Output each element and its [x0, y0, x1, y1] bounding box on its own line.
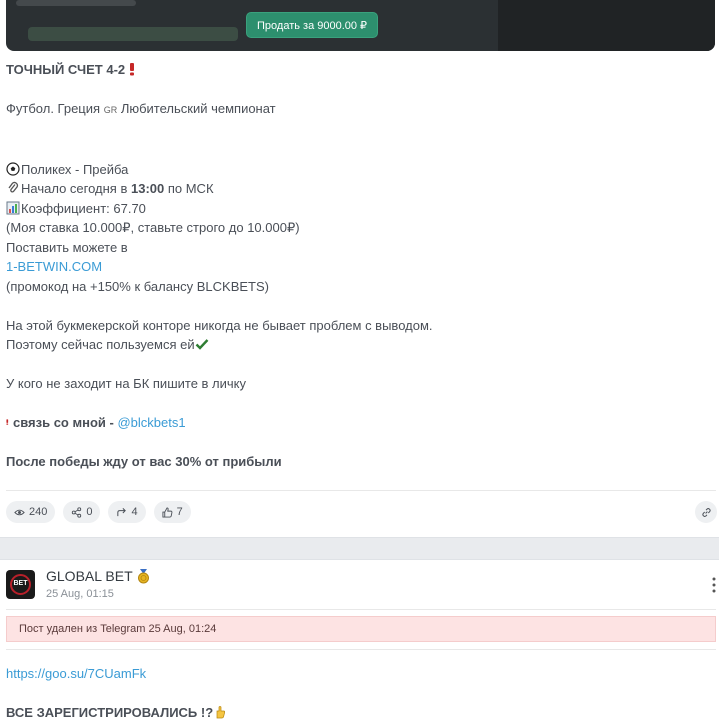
- share-icon: [72, 506, 82, 518]
- views-count: 240: [29, 506, 48, 518]
- league-flag: GR: [103, 105, 118, 115]
- match-text: Поликех - Прейба: [21, 161, 129, 177]
- top-banner: Продать за 9000.00 ₽: [6, 0, 715, 51]
- start-line: Начало сегодня в 13:00 по МСК: [6, 179, 706, 199]
- views-chip[interactable]: 240: [6, 501, 56, 523]
- divider: [6, 490, 716, 491]
- divider: [6, 609, 716, 610]
- shares-count: 0: [86, 506, 93, 518]
- post-content: ТОЧНЫЙ СЧЕТ 4-2 Футбол. Греция GR Любите…: [6, 60, 706, 472]
- copy-link-button[interactable]: [695, 501, 717, 523]
- banner-blurred-caption: [28, 27, 238, 41]
- promo-line: (промокод на +150% к балансу BLCKBETS): [6, 278, 269, 294]
- coef-line: Коэффициент: 67.70: [6, 199, 706, 219]
- eye-icon: [14, 509, 25, 515]
- more-vertical-icon[interactable]: [709, 576, 719, 594]
- no-access-line: У кого не заходит на БК пишите в личку: [6, 376, 247, 391]
- start-prefix: Начало сегодня в: [21, 181, 131, 196]
- exclamation-icon: [6, 419, 9, 425]
- post2-content: https://goo.su/7CUamFk ВСЕ ЗАРЕГИСТРИРОВ…: [6, 664, 228, 723]
- channel-title[interactable]: GLOBAL BET: [46, 568, 150, 584]
- headline-text: ТОЧНЫЙ СЧЕТ 4-2: [6, 62, 126, 77]
- forward-icon: [117, 507, 127, 516]
- after-win-line: После победы жду от вас 30% от прибыли: [6, 454, 282, 469]
- start-suffix: по МСК: [164, 181, 214, 196]
- likes-count: 7: [176, 506, 183, 518]
- league-suffix: Любительский чемпионат: [120, 101, 276, 116]
- check-icon: [195, 339, 208, 350]
- coef-text: Коэффициент: 67.70: [21, 200, 146, 216]
- channel-name: GLOBAL BET: [46, 568, 133, 584]
- thumbs-up-icon: [162, 506, 172, 518]
- chart-icon: [6, 201, 20, 214]
- divider: [6, 649, 716, 650]
- soccer-ball-icon: [6, 161, 20, 176]
- league-line: Футбол. Греция GR Любительский чемпионат: [6, 99, 706, 121]
- post-headline: ТОЧНЫЙ СЧЕТ 4-2: [6, 60, 706, 80]
- use-now-line: Поэтому сейчас пользуемся ей: [6, 335, 706, 355]
- banner-blurred-text: [16, 0, 136, 6]
- section-separator: [0, 537, 719, 560]
- shares-chip[interactable]: 0: [63, 501, 101, 523]
- deleted-text: Пост удален из Telegram: [19, 623, 149, 635]
- channel-avatar[interactable]: BET: [6, 570, 35, 599]
- start-time: 13:00: [130, 181, 165, 196]
- contact-label: связь со мной -: [13, 415, 118, 430]
- deleted-time: 25 Aug, 01:24: [148, 623, 217, 635]
- exclamation-icon: [130, 63, 135, 76]
- paperclip-icon: [8, 181, 19, 193]
- medal-icon: [137, 568, 149, 583]
- short-link[interactable]: https://goo.su/7CUamFk: [6, 666, 146, 681]
- stake-line: (Моя ставка 10.000₽, ставьте строго до 1…: [6, 220, 300, 235]
- league-text: Футбол. Греция: [6, 101, 101, 116]
- match-line: Поликех - Прейба: [6, 160, 706, 180]
- forwards-chip[interactable]: 4: [108, 501, 146, 523]
- likes-chip[interactable]: 7: [153, 501, 191, 523]
- deleted-notice: Пост удален из Telegram 25 Aug, 01:24: [6, 616, 716, 642]
- forwards-count: 4: [131, 506, 138, 518]
- avatar-text: BET: [13, 580, 28, 587]
- use-now-text: Поэтому сейчас пользуемся ей: [6, 337, 195, 352]
- contact-handle-link[interactable]: @blckbets1: [117, 415, 185, 430]
- hand-icon: [216, 706, 226, 719]
- sell-button[interactable]: Продать за 9000.00 ₽: [246, 12, 379, 38]
- banner-side-panel: [498, 0, 715, 51]
- bookmaker-link[interactable]: 1-BETWIN.COM: [6, 259, 102, 274]
- caps-text: ВСЕ ЗАРЕГИСТРИРОВАЛИСЬ !?: [6, 705, 214, 720]
- link-icon: [701, 507, 711, 517]
- contact-line: связь со мной - @blckbets1: [6, 413, 706, 433]
- no-problems-line: На этой букмекерской конторе никогда не …: [6, 317, 433, 333]
- post-time: 25 Aug, 01:15: [46, 588, 114, 600]
- post-stats: 240 0 4 7: [6, 501, 191, 523]
- place-line: Поставить можете в: [6, 239, 128, 255]
